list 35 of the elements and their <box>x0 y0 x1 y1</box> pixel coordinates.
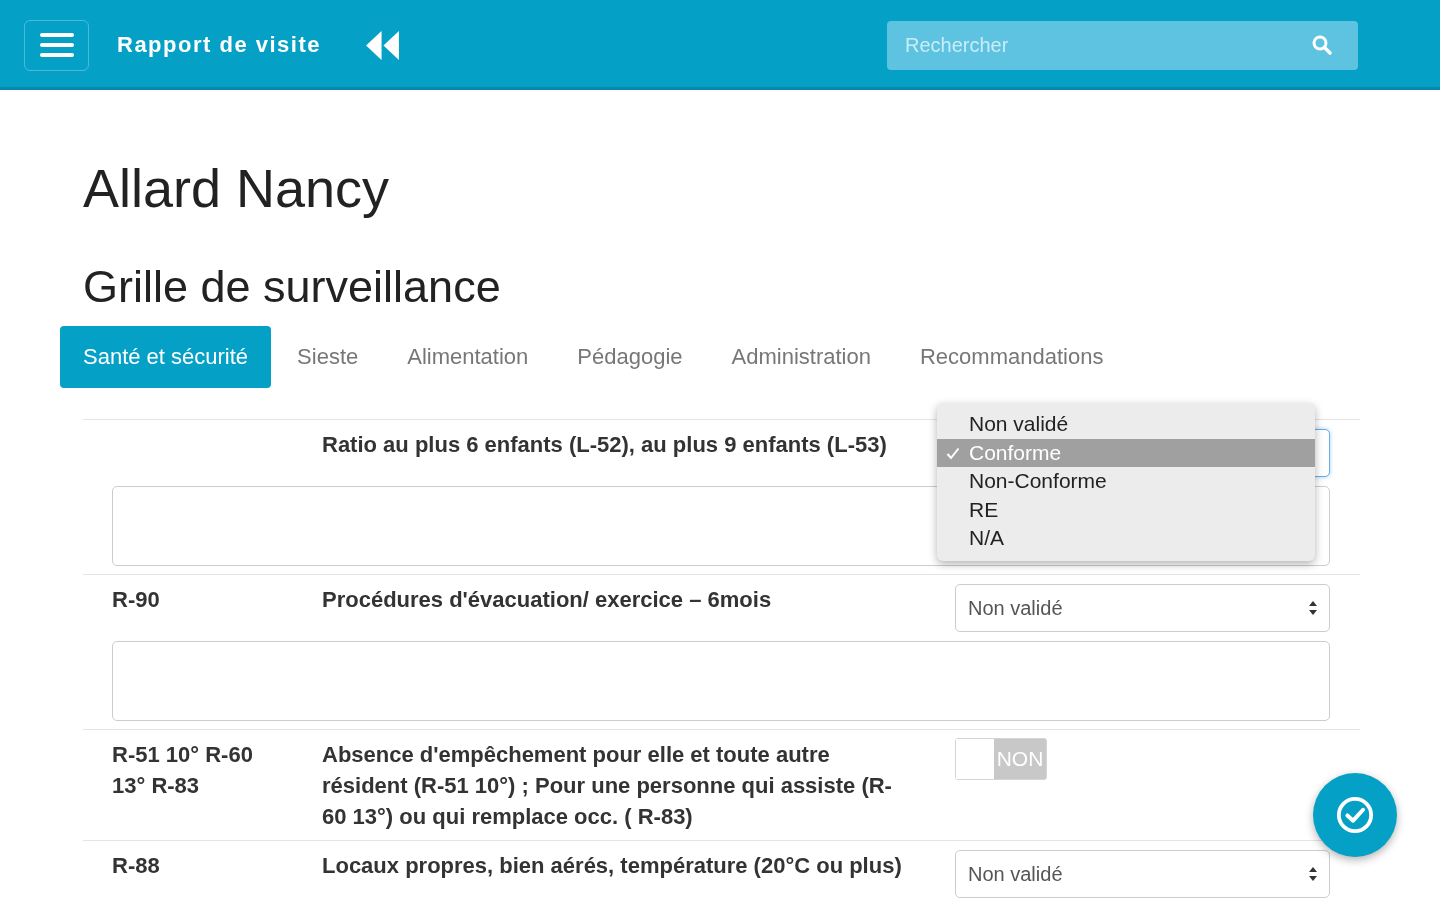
tab[interactable]: Pédagogie <box>554 326 706 388</box>
tab[interactable]: Recommandations <box>896 326 1127 388</box>
floating-action-button[interactable] <box>1313 773 1397 857</box>
dropdown-option[interactable]: Conforme <box>937 438 1315 467</box>
app-title: Rapport de visite <box>117 32 321 58</box>
menu-icon <box>39 33 74 57</box>
check-circle-icon <box>1336 796 1374 834</box>
dropdown-option[interactable]: Non-Conforme <box>937 467 1315 496</box>
status-select[interactable]: Non validé <box>955 584 1330 632</box>
requirement-code: R-90 <box>112 586 161 614</box>
requirement-text: Procédures d'évacuation/ exercice – 6mois <box>322 586 773 614</box>
up-down-caret-icon <box>1309 867 1317 881</box>
tab[interactable]: Administration <box>708 326 894 388</box>
status-select[interactable]: Non validé <box>955 850 1330 898</box>
person-name: Allard Nancy <box>83 159 391 217</box>
search-field[interactable]: Rechercher <box>887 20 1358 70</box>
dropdown-option[interactable]: N/A <box>937 524 1315 553</box>
tab[interactable]: Santé et sécurité <box>60 326 272 388</box>
up-down-caret-icon <box>1309 601 1317 615</box>
note-field[interactable] <box>112 486 1330 566</box>
menu-button[interactable] <box>24 19 89 71</box>
requirement-text: Absence d'empêchement pour elle et toute autre résident (R-51 10°) ; Pour une personne qui assiste (R-60 13°) ou qui remplace occ. ( R-83) <box>322 741 893 831</box>
note-field[interactable] <box>112 641 1330 721</box>
search-icon[interactable] <box>1312 34 1332 55</box>
checkmark-icon <box>946 446 960 460</box>
dropdown-option[interactable]: Non validé <box>937 410 1315 439</box>
requirement-code: R-51 10° R-60 13° R-83 <box>112 741 254 800</box>
tab[interactable]: Sieste <box>274 326 382 388</box>
tab[interactable]: Alimentation <box>384 326 552 388</box>
section-title: Grille de surveillance <box>83 262 502 312</box>
requirement-text: Ratio au plus 6 enfants (L-52), au plus 9 enfants (L-53) <box>322 431 888 459</box>
requirement-code: R-88 <box>112 852 161 880</box>
double-arrow-left-icon[interactable] <box>366 30 399 60</box>
dropdown-option[interactable]: RE <box>937 495 1315 524</box>
requirement-text: Locaux propres, bien aérés, température (20°C ou plus) <box>322 852 903 880</box>
